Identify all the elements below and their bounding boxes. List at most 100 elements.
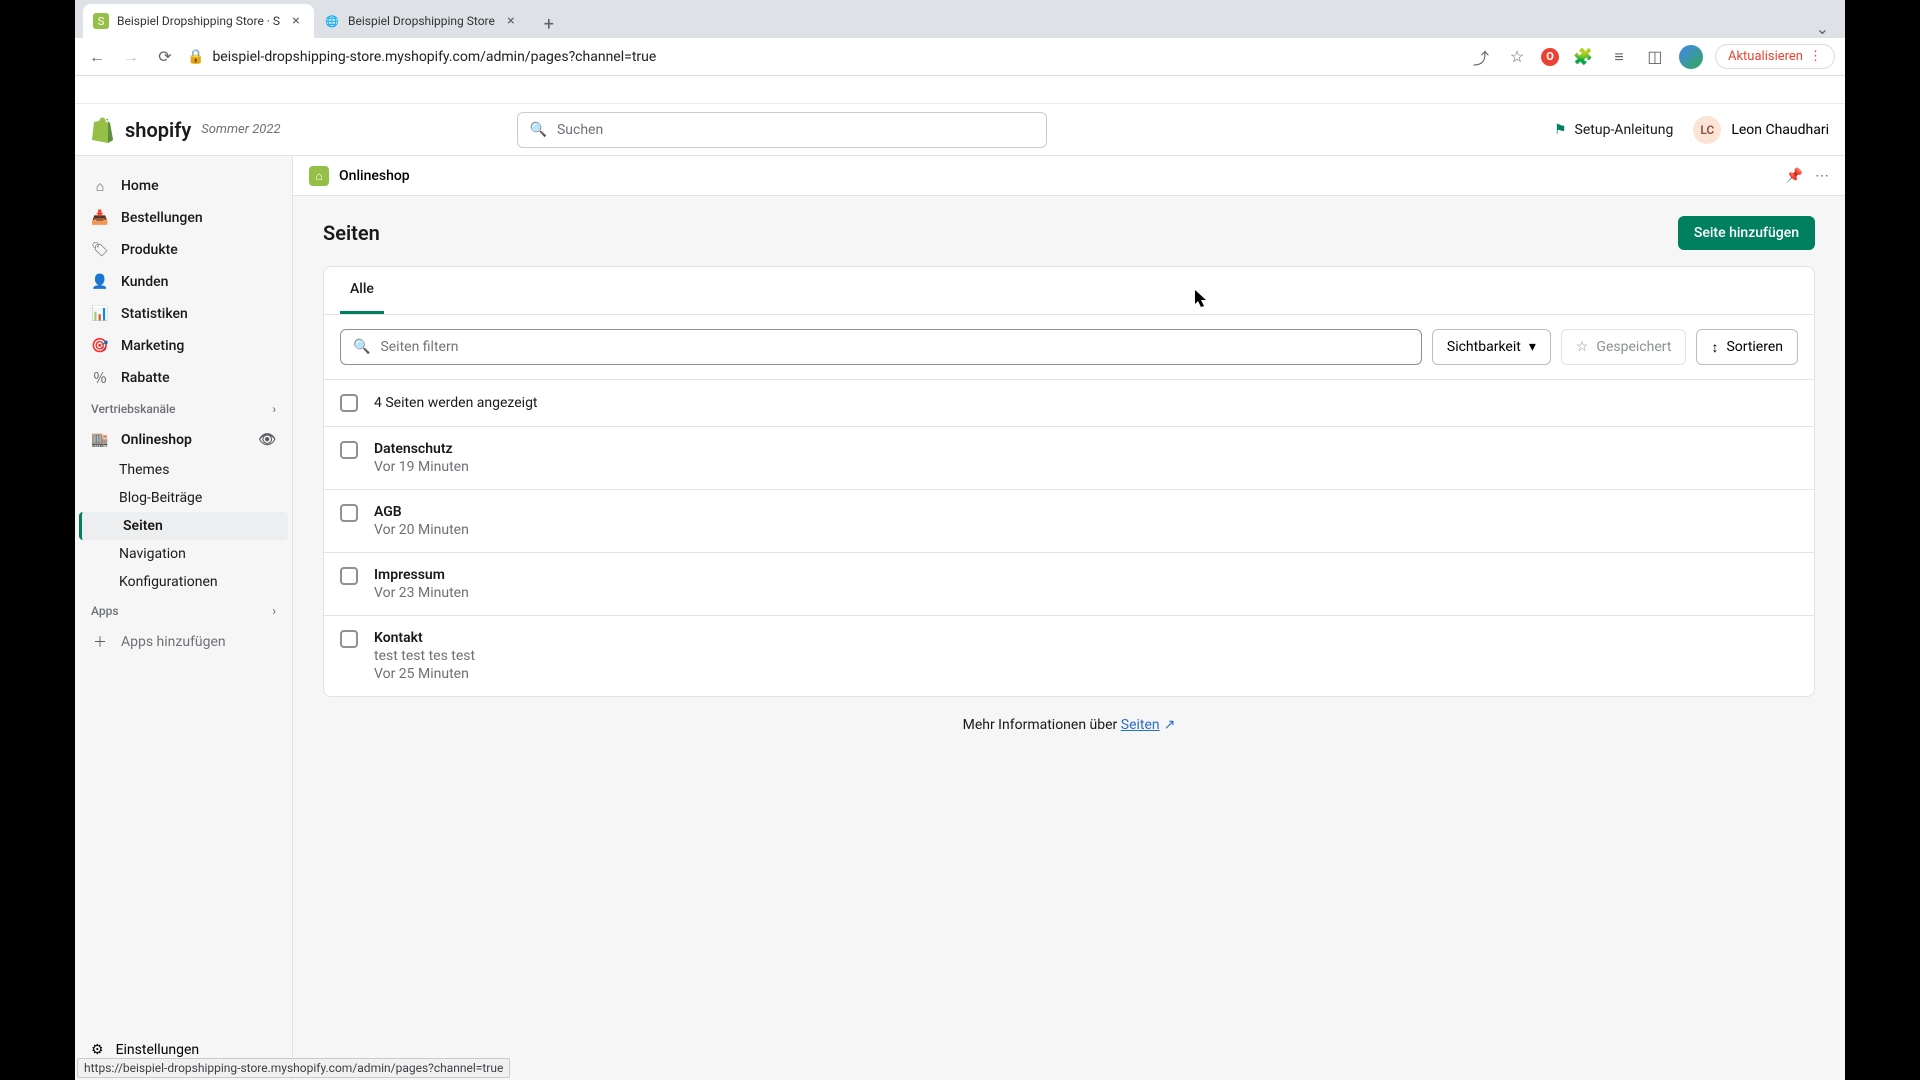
setup-guide-link[interactable]: ⚑ Setup-Anleitung [1554,122,1673,138]
visibility-filter[interactable]: Sichtbarkeit ▾ [1432,329,1551,365]
close-icon[interactable]: × [288,13,304,29]
search-placeholder: Suchen [557,122,603,138]
profile-avatar-icon[interactable] [1679,45,1703,69]
row-meta: Vor 20 Minuten [374,522,469,538]
sidebar-item-discounts[interactable]: ％Rabatte [75,362,292,394]
sidebar-item-marketing[interactable]: 🎯Marketing [75,330,292,362]
sidebar-item-add-apps[interactable]: ＋ Apps hinzufügen [75,626,292,658]
more-dots-icon: ⋮ [1809,49,1822,64]
inbox-icon: 📥 [91,209,109,227]
season-badge: Sommer 2022 [201,122,280,137]
update-button[interactable]: Aktualisieren ⋮ [1715,44,1835,69]
sort-button[interactable]: ↕ Sortieren [1696,329,1798,365]
row-checkbox[interactable] [340,441,358,459]
sidebar-item-orders[interactable]: 📥Bestellungen [75,202,292,234]
filter-field[interactable] [380,339,1408,355]
shopify-bag-icon [91,117,115,143]
row-checkbox[interactable] [340,567,358,585]
add-page-button[interactable]: Seite hinzufügen [1678,216,1815,250]
tab-overflow-icon[interactable]: ⌄ [1808,19,1837,38]
filter-input[interactable]: 🔍 [340,329,1422,365]
star-icon: ☆ [1576,339,1589,355]
home-icon: ⌂ [91,177,109,195]
row-title: Impressum [374,567,469,583]
search-icon: 🔍 [353,339,370,355]
page-title: Seiten [323,221,380,245]
sidebar-sub-preferences[interactable]: Konfigurationen [75,568,292,596]
status-bar-url: https://beispiel-dropshipping-store.mysh… [77,1058,510,1078]
user-menu[interactable]: LC Leon Chaudhari [1693,116,1829,144]
sidebar-item-analytics[interactable]: 📊Statistiken [75,298,292,330]
chevron-right-icon[interactable]: › [272,402,276,416]
tab-all[interactable]: Alle [340,267,384,314]
user-name: Leon Chaudhari [1731,122,1829,138]
person-icon: 👤 [91,273,109,291]
table-row[interactable]: Kontakt test test tes test Vor 25 Minute… [324,615,1814,696]
gear-icon: ⚙ [91,1042,104,1058]
browser-tab-inactive[interactable]: 🌐 Beispiel Dropshipping Store × [314,4,529,38]
search-input[interactable]: 🔍 Suchen [517,112,1047,148]
star-icon[interactable]: ☆ [1505,45,1529,69]
url-field[interactable]: 🔒 beispiel-dropshipping-store.myshopify.… [187,49,1459,65]
browser-tab-strip: S Beispiel Dropshipping Store · S × 🌐 Be… [75,0,1845,38]
back-icon[interactable]: ← [85,45,109,69]
sidebar-sub-navigation[interactable]: Navigation [75,540,292,568]
sidebar-section-apps: Apps › [75,596,292,626]
row-title: Kontakt [374,630,475,646]
sidebar-sub-pages[interactable]: Seiten [79,512,288,540]
row-checkbox[interactable] [340,504,358,522]
tag-icon: 🏷 [91,241,109,259]
sort-icon: ↕ [1711,339,1718,356]
close-icon[interactable]: × [503,13,519,29]
select-all-checkbox[interactable] [340,394,358,412]
count-label: 4 Seiten werden angezeigt [374,395,538,411]
share-icon[interactable]: ⤴ [1469,45,1493,69]
sidebar-item-products[interactable]: 🏷Produkte [75,234,292,266]
more-info-link[interactable]: Seiten [1121,717,1160,733]
reload-icon[interactable]: ⟳ [153,45,177,69]
table-row[interactable]: AGB Vor 20 Minuten [324,489,1814,552]
discount-icon: ％ [91,369,109,387]
sidebar: ⌂Home 📥Bestellungen 🏷Produkte 👤Kunden 📊S… [75,156,293,1080]
row-excerpt: test test tes test [374,648,475,664]
context-title: Onlineshop [339,168,410,184]
side-panel-icon[interactable]: ◫ [1643,45,1667,69]
target-icon: 🎯 [91,337,109,355]
eye-icon[interactable]: 👁 [258,432,276,448]
more-icon[interactable]: ⋯ [1815,168,1829,184]
sidebar-item-onlineshop[interactable]: 🏬 Onlineshop 👁 [75,424,292,456]
new-tab-button[interactable]: + [535,10,563,38]
search-icon: 🔍 [530,122,547,138]
sidebar-item-customers[interactable]: 👤Kunden [75,266,292,298]
flag-icon: ⚑ [1554,122,1567,138]
bars-icon: 📊 [91,305,109,323]
reading-list-icon[interactable]: ≡ [1607,45,1631,69]
bookmarks-bar [75,76,1845,104]
store-icon: 🏬 [91,431,109,449]
sidebar-sub-themes[interactable]: Themes [75,456,292,484]
chevron-right-icon[interactable]: › [272,604,276,618]
saved-filter[interactable]: ☆ Gespeichert [1561,329,1687,365]
external-link-icon: ↗ [1164,717,1176,733]
sidebar-item-home[interactable]: ⌂Home [75,170,292,202]
context-bar: ⌂ Onlineshop 📌 ⋯ [293,156,1845,196]
table-row[interactable]: Datenschutz Vor 19 Minuten [324,426,1814,489]
shopify-logo[interactable]: shopify Sommer 2022 [91,117,281,143]
row-title: AGB [374,504,469,520]
pin-icon[interactable]: 📌 [1786,168,1803,184]
list-header: 4 Seiten werden angezeigt [324,379,1814,426]
sidebar-sub-blog[interactable]: Blog-Beiträge [75,484,292,512]
extension-opera-icon[interactable]: O [1541,48,1559,66]
url-text: beispiel-dropshipping-store.myshopify.co… [212,49,656,65]
puzzle-icon[interactable]: 🧩 [1571,45,1595,69]
row-meta: Vor 25 Minuten [374,666,475,682]
more-info: Mehr Informationen über Seiten↗ [293,697,1845,753]
sidebar-section-channels: Vertriebskanäle › [75,394,292,424]
forward-icon[interactable]: → [119,45,143,69]
table-row[interactable]: Impressum Vor 23 Minuten [324,552,1814,615]
row-meta: Vor 19 Minuten [374,459,469,475]
browser-tab-active[interactable]: S Beispiel Dropshipping Store · S × [83,4,314,38]
plus-icon: ＋ [91,633,109,651]
row-checkbox[interactable] [340,630,358,648]
pages-card: Alle 🔍 Sichtbarkeit ▾ ☆ Ges [323,266,1815,697]
